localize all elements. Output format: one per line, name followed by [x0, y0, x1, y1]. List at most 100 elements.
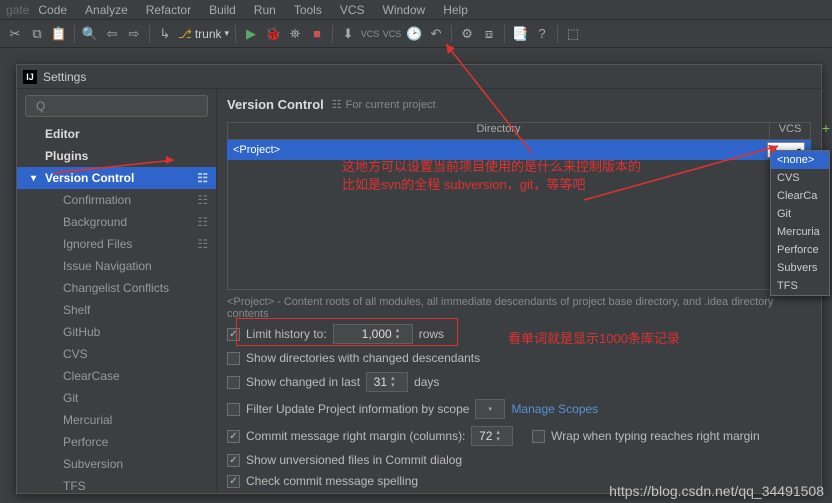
input-limit-history[interactable]: 1,000▴▾ — [333, 324, 413, 344]
tree-plugins[interactable]: Plugins — [17, 145, 216, 167]
vcs-option[interactable]: Subvers — [771, 259, 829, 277]
coverage-icon[interactable]: ⛯ — [286, 25, 304, 43]
tree-vc-shelf[interactable]: Shelf — [17, 299, 216, 321]
label-show-changed: Show changed in last — [246, 375, 360, 389]
help-icon[interactable]: ? — [533, 25, 551, 43]
chk-show-changed[interactable] — [227, 376, 240, 389]
main-menubar: gate Code Analyze Refactor Build Run Too… — [0, 0, 832, 20]
chevron-down-icon: ▾ — [225, 28, 230, 39]
vcs-option[interactable]: TFS — [771, 277, 829, 295]
vcs-option[interactable]: Perforce — [771, 241, 829, 259]
label-limit-history: Limit history to: — [246, 327, 327, 341]
chk-spelling[interactable] — [227, 475, 240, 488]
tree-vc-tfs[interactable]: TFS — [17, 475, 216, 493]
forward-icon[interactable]: ⇨ — [125, 25, 143, 43]
menu-build[interactable]: Build — [209, 3, 245, 17]
spinner-icon[interactable]: ▴▾ — [396, 327, 408, 341]
link-manage-scopes[interactable]: Manage Scopes — [511, 402, 598, 416]
menu-code[interactable]: Code — [38, 3, 76, 17]
chk-show-dirs[interactable] — [227, 352, 240, 365]
tree-editor[interactable]: Editor — [17, 123, 216, 145]
input-right-margin[interactable]: 72▴▾ — [471, 426, 513, 446]
tree-vc-changelist-conflicts[interactable]: Changelist Conflicts — [17, 277, 216, 299]
copy-icon[interactable]: ⧉ — [28, 25, 46, 43]
tree-vc-subversion[interactable]: Subversion — [17, 453, 216, 475]
add-vcs-button[interactable]: + — [820, 120, 832, 136]
label-rows: rows — [419, 327, 444, 341]
menu-vcs[interactable]: VCS — [340, 3, 374, 17]
chk-filter-update[interactable] — [227, 403, 240, 416]
caret-down-icon: ▾ — [31, 173, 36, 184]
col-vcs: VCS — [770, 123, 810, 139]
chk-limit-history[interactable] — [227, 328, 240, 341]
vcs-tool-icon[interactable]: ⬇ — [339, 25, 357, 43]
input-scope[interactable]: ▾ — [475, 399, 505, 419]
tree-vc-issue-navigation[interactable]: Issue Navigation — [17, 255, 216, 277]
label-unversioned: Show unversioned files in Commit dialog — [246, 453, 462, 467]
chk-wrap[interactable] — [532, 430, 545, 443]
cut-icon[interactable]: ✂ — [6, 25, 24, 43]
vcs-option[interactable]: CVS — [771, 169, 829, 187]
vcs-table-row[interactable]: <Project> S...▾ — [227, 140, 811, 160]
vcs-option[interactable]: Git — [771, 205, 829, 223]
revert-icon[interactable]: ↶ — [427, 25, 445, 43]
tree-vc-background[interactable]: Background☷ — [17, 211, 216, 233]
menu-tools[interactable]: Tools — [294, 3, 331, 17]
opt-unversioned: Show unversioned files in Commit dialog — [227, 453, 811, 467]
chk-right-margin[interactable] — [227, 430, 240, 443]
tree-vc-confirmation[interactable]: Confirmation☷ — [17, 189, 216, 211]
spinner-icon[interactable]: ▴▾ — [496, 429, 508, 443]
history-icon[interactable]: 🕑 — [405, 25, 423, 43]
debug-icon[interactable]: 🐞 — [264, 25, 282, 43]
settings-search[interactable]: Q — [25, 95, 208, 117]
spinner-icon[interactable]: ▴▾ — [391, 375, 403, 389]
settings-content: Version Control ☷For current project Dir… — [217, 89, 821, 493]
back-icon[interactable]: ⇦ — [103, 25, 121, 43]
label-spelling: Check commit message spelling — [246, 474, 418, 488]
menu-refactor[interactable]: Refactor — [146, 3, 200, 17]
tree-vc-ignored-files[interactable]: Ignored Files☷ — [17, 233, 216, 255]
menu-help[interactable]: Help — [443, 3, 477, 17]
sdk-icon[interactable]: 📑 — [511, 25, 529, 43]
vcs-options: Limit history to: 1,000▴▾ rows Show dire… — [217, 324, 821, 488]
tree-vc-github[interactable]: GitHub — [17, 321, 216, 343]
settings-sidebar: Q Editor Plugins ▾Version Control☷ Confi… — [17, 89, 217, 493]
search-glyph: Q — [36, 99, 45, 113]
stop-icon[interactable]: ■ — [308, 25, 326, 43]
tree-vc-cvs[interactable]: CVS — [17, 343, 216, 365]
col-directory: Directory — [228, 123, 770, 139]
find-icon[interactable]: 🔍 — [81, 25, 99, 43]
vcs-checkin-icon[interactable]: VCS — [361, 25, 379, 43]
tree-vc-clearcase[interactable]: ClearCase — [17, 365, 216, 387]
menu-window[interactable]: Window — [383, 3, 435, 17]
menu-run[interactable]: Run — [254, 3, 285, 17]
branch-icon: ⎇ — [178, 27, 192, 41]
tree-vc-mercurial[interactable]: Mercurial — [17, 409, 216, 431]
branch-selector[interactable]: ⎇ trunk ▾ — [178, 27, 229, 41]
branch-tool-icon[interactable]: ↳ — [156, 25, 174, 43]
paste-icon[interactable]: 📋 — [50, 25, 68, 43]
run-icon[interactable]: ▶ — [242, 25, 260, 43]
window-title: Settings — [43, 70, 86, 84]
tree-vc-perforce[interactable]: Perforce — [17, 431, 216, 453]
content-subtitle: For current project — [346, 99, 436, 111]
settings-icon[interactable]: ⚙ — [458, 25, 476, 43]
chevron-down-icon[interactable]: ▾ — [488, 406, 500, 413]
menu-analyze[interactable]: Analyze — [85, 3, 137, 17]
tool-icon[interactable]: ⬚ — [564, 25, 582, 43]
tree-vc-git[interactable]: Git — [17, 387, 216, 409]
settings-titlebar: IJ Settings — [17, 65, 821, 89]
vcs-option[interactable]: <none> — [771, 151, 829, 169]
vcs-dropdown[interactable]: <none>CVSClearCaGitMercuriaPerforceSubve… — [770, 150, 830, 296]
project-structure-icon[interactable]: ⧈ — [480, 25, 498, 43]
chk-unversioned[interactable] — [227, 454, 240, 467]
input-days[interactable]: 31▴▾ — [366, 372, 408, 392]
opt-filter-update: Filter Update Project information by sco… — [227, 399, 811, 419]
vcs-table-body — [227, 160, 811, 290]
tree-version-control[interactable]: ▾Version Control☷ — [17, 167, 216, 189]
vcs-update-icon[interactable]: VCS — [383, 25, 401, 43]
vcs-option[interactable]: Mercuria — [771, 223, 829, 241]
settings-window: IJ Settings Q Editor Plugins ▾Version Co… — [16, 64, 822, 494]
vcs-option[interactable]: ClearCa — [771, 187, 829, 205]
menu-item[interactable]: gate — [6, 3, 29, 17]
